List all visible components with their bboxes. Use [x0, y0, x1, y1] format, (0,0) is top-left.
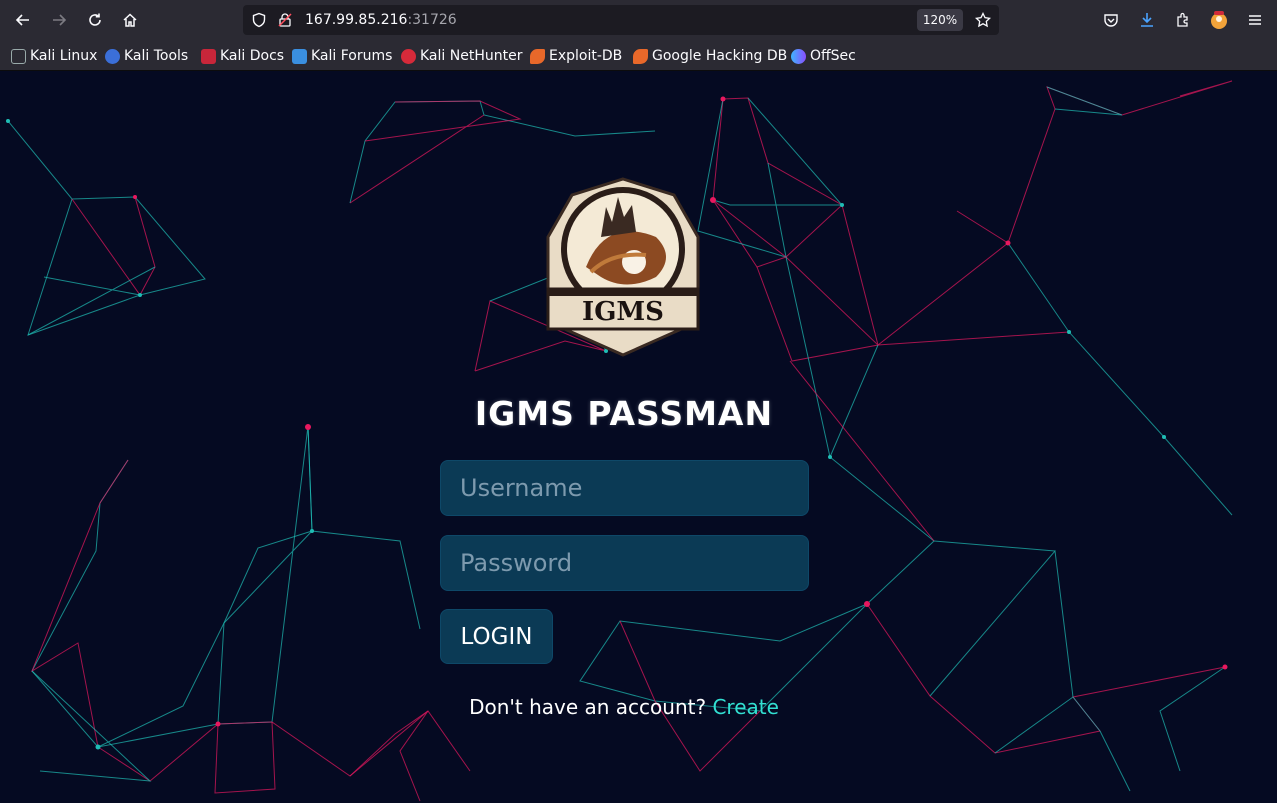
kali-dragon-icon	[11, 48, 26, 64]
reload-button[interactable]	[83, 8, 107, 32]
password-input[interactable]	[440, 535, 809, 591]
bookmark-kali-docs[interactable]: Kali Docs	[201, 47, 284, 65]
shield-icon[interactable]	[251, 12, 267, 28]
back-button[interactable]	[11, 8, 35, 32]
kali-tools-icon	[105, 48, 120, 64]
ghdb-icon	[633, 48, 648, 64]
url-text[interactable]: 167.99.85.216:31726	[305, 12, 457, 28]
exploit-db-icon	[530, 48, 545, 64]
svg-text:IGMS: IGMS	[582, 297, 664, 327]
hamburger-menu-icon	[1249, 15, 1261, 25]
bookmark-offsec[interactable]: OffSec	[791, 47, 856, 65]
zoom-indicator[interactable]: 120%	[917, 9, 963, 31]
home-icon	[123, 13, 137, 27]
insecure-lock-icon[interactable]	[277, 12, 293, 28]
bookmark-kali-forums[interactable]: Kali Forums	[292, 47, 392, 65]
extensions-button[interactable]	[1173, 10, 1193, 30]
home-button[interactable]	[118, 8, 142, 32]
bookmark-kali-tools[interactable]: Kali Tools	[105, 47, 188, 65]
igms-badge-icon: IGMS	[546, 177, 700, 357]
offsec-icon	[791, 48, 806, 64]
account-avatar-icon	[1211, 11, 1227, 29]
pocket-button[interactable]	[1101, 10, 1121, 30]
account-button[interactable]	[1209, 10, 1229, 30]
arrow-left-icon	[15, 14, 29, 26]
forward-button[interactable]	[47, 8, 71, 32]
signup-prompt: Don't have an account? Create	[438, 695, 810, 719]
login-button[interactable]: LOGIN	[440, 609, 553, 664]
reload-icon	[89, 13, 101, 26]
bookmark-google-hacking-db[interactable]: Google Hacking DB	[633, 47, 787, 65]
browser-toolbar: 167.99.85.216:31726 120%	[0, 0, 1277, 40]
kali-forums-icon	[292, 48, 307, 64]
page-content: IGMS IGMS PASSMAN LOGIN Don't have an ac…	[0, 71, 1277, 803]
page-title: IGMS PASSMAN	[474, 394, 774, 433]
star-icon[interactable]	[975, 12, 991, 28]
address-bar[interactable]: 167.99.85.216:31726 120%	[243, 5, 999, 35]
downloads-button[interactable]	[1137, 10, 1157, 30]
igms-logo: IGMS	[546, 177, 700, 357]
bookmark-kali-linux[interactable]: Kali Linux	[11, 47, 97, 65]
download-icon	[1141, 13, 1153, 27]
kali-docs-icon	[201, 48, 216, 64]
puzzle-icon	[1177, 12, 1188, 27]
menu-button[interactable]	[1245, 10, 1265, 30]
bookmark-kali-nethunter[interactable]: Kali NetHunter	[401, 47, 522, 65]
username-input[interactable]	[440, 460, 809, 516]
create-account-link[interactable]: Create	[712, 695, 778, 719]
signup-prompt-text: Don't have an account?	[469, 695, 707, 719]
arrow-right-icon	[53, 14, 67, 26]
pocket-icon	[1104, 14, 1118, 27]
bookmark-exploit-db[interactable]: Exploit-DB	[530, 47, 622, 65]
bookmarks-toolbar: Kali Linux Kali Tools Kali Docs Kali For…	[0, 40, 1277, 71]
kali-nethunter-icon	[401, 48, 416, 64]
